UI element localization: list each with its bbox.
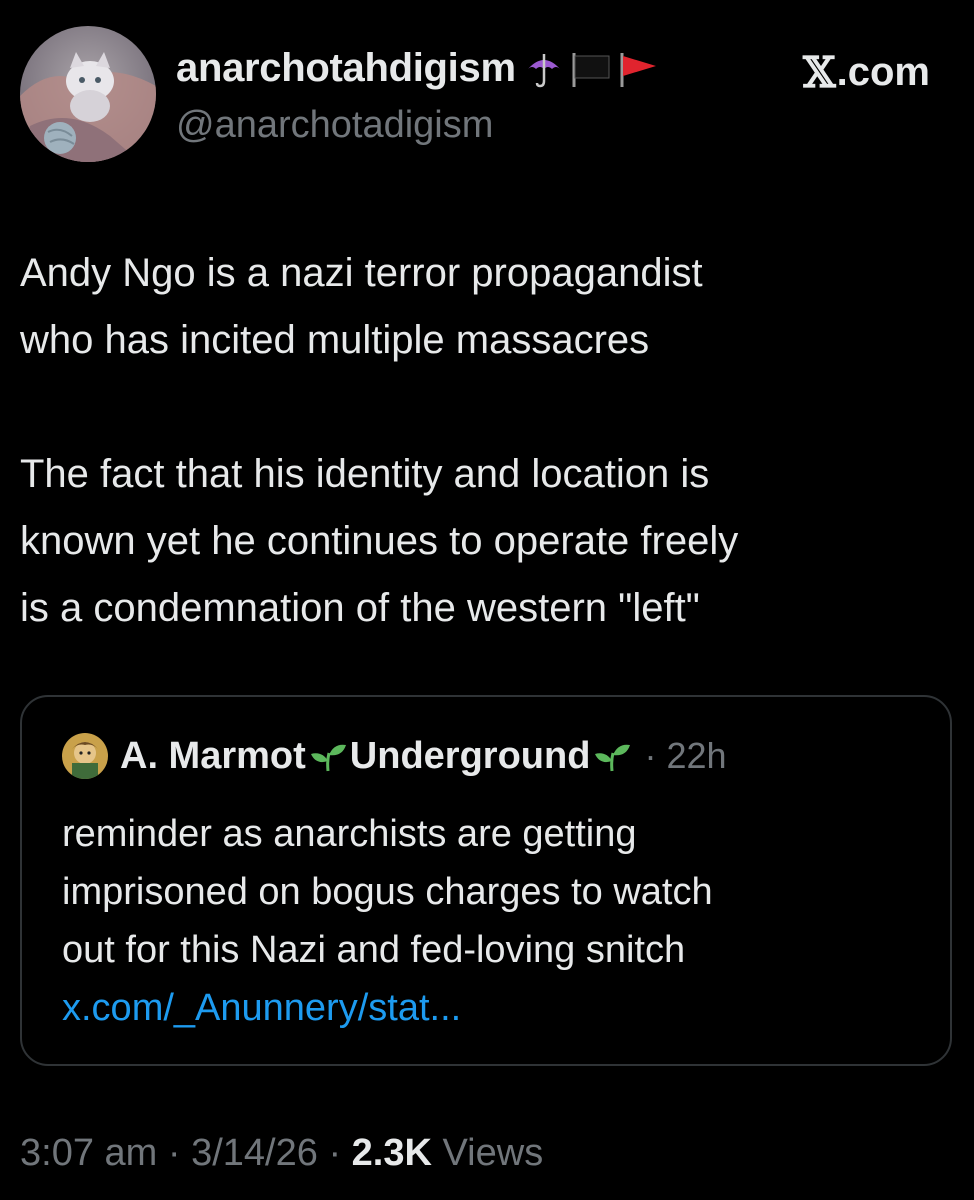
views-label: Views [431,1132,544,1174]
quote-author-name-part1: A. Marmot [120,734,306,777]
quote-avatar[interactable] [62,733,108,779]
quote-tweet-card[interactable]: A. Marmot Underground · 22h reminder as … [20,695,952,1066]
site-label: 𝕏 .com [803,48,930,97]
footer-date[interactable]: 3/14/26 [191,1132,318,1174]
black-flag-icon [572,52,610,87]
x-logo-icon: 𝕏 [803,48,836,97]
author-handle[interactable]: @anarchotadigism [176,104,493,147]
author-name[interactable]: anarchotahdigism [176,46,516,91]
quote-author-name[interactable]: A. Marmot Underground [120,735,634,778]
site-label-text: .com [836,50,930,94]
tweet-footer: 3:07 am · 3/14/26 · 2.3K Views [20,1132,543,1175]
author-avatar[interactable] [20,26,156,162]
quote-text: reminder as anarchists are getting impri… [62,813,713,971]
sprout-icon [595,744,631,772]
footer-separator: · [157,1132,192,1174]
quote-link[interactable]: x.com/_Anunnery/stat... [62,979,461,1037]
quote-author-name-part2: Underground [349,734,591,777]
quote-separator: · [644,735,657,776]
views-count: 2.3K [351,1132,432,1174]
tweet-text: Andy Ngo is a nazi terror propagandist w… [20,251,739,630]
red-flag-icon [620,52,656,87]
cat-avatar-icon [20,26,156,162]
author-name-row[interactable]: anarchotahdigism [176,46,660,91]
sprout-icon [310,744,346,772]
quote-header: A. Marmot Underground · 22h [62,733,727,779]
footer-time[interactable]: 3:07 am [20,1132,157,1174]
quote-time[interactable]: 22h [666,735,726,776]
umbrella-icon [527,53,560,87]
name-emojis [524,49,660,89]
footer-separator: · [317,1132,352,1174]
quote-meta: · 22h [644,735,726,777]
portrait-avatar-icon [62,733,108,779]
